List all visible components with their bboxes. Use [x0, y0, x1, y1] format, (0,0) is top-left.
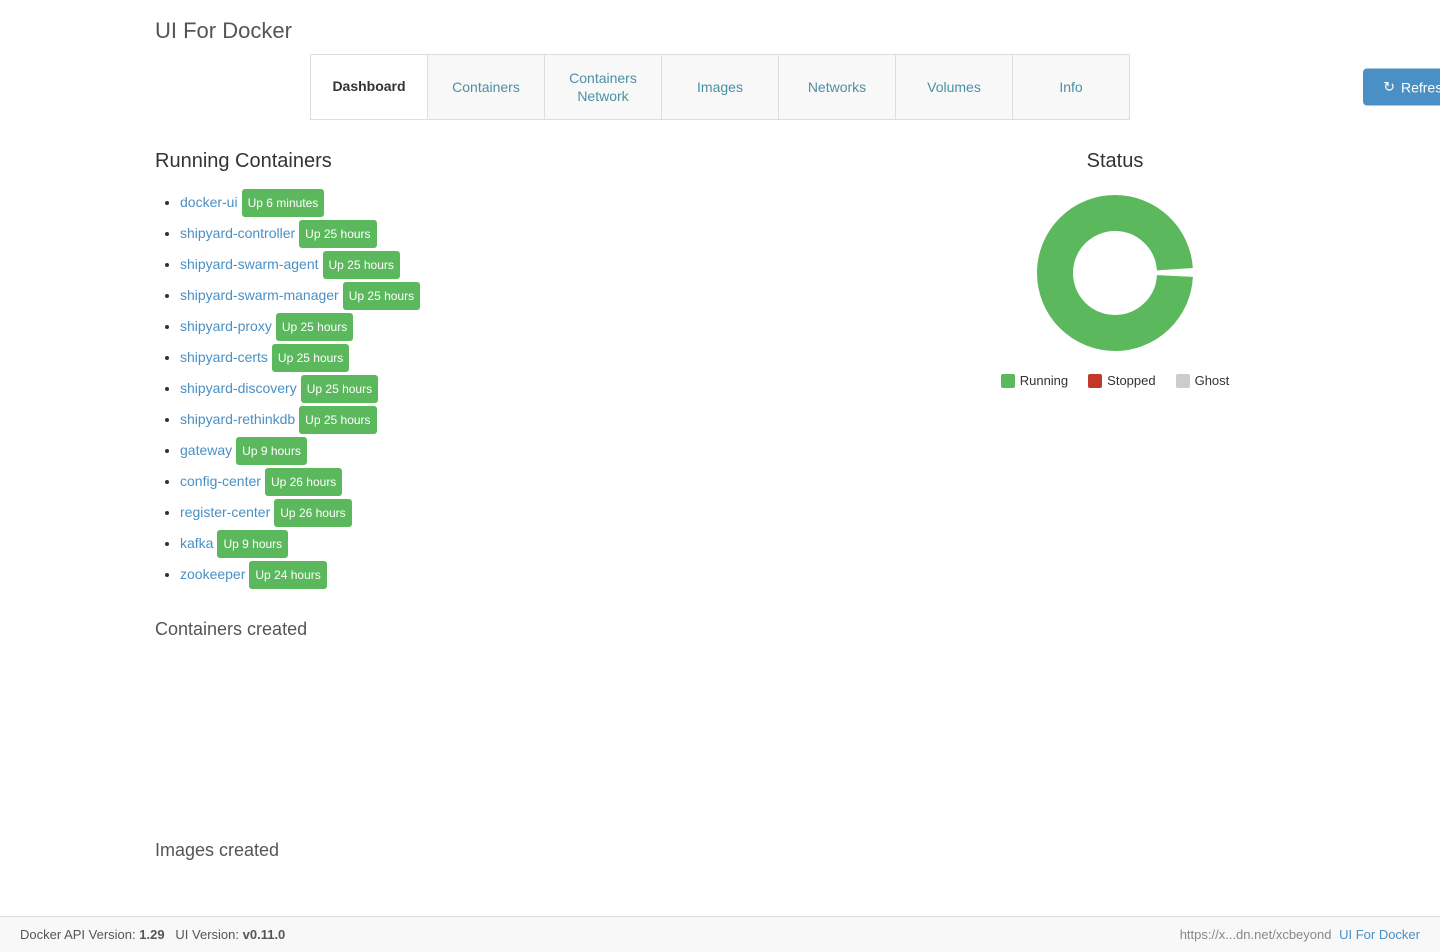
status-badge: Up 25 hours: [299, 406, 376, 434]
list-item: docker-uiUp 6 minutes: [180, 188, 905, 217]
containers-created-title: Containers created: [155, 619, 905, 640]
container-name-link[interactable]: shipyard-swarm-agent: [180, 256, 319, 272]
footer-right: https://x...dn.net/xcbeyond UI For Docke…: [1180, 927, 1420, 942]
legend-ghost-label: Ghost: [1195, 373, 1230, 388]
list-item: shipyard-proxyUp 25 hours: [180, 312, 905, 341]
list-item: kafkaUp 9 hours: [180, 529, 905, 558]
status-badge: Up 6 minutes: [242, 189, 325, 217]
nav-item-images[interactable]: Images: [662, 55, 779, 119]
donut-chart-container: [945, 193, 1285, 353]
legend-running: Running: [1001, 373, 1068, 388]
nav-bar: Dashboard Containers Containers Network …: [310, 54, 1130, 120]
container-name-link[interactable]: shipyard-controller: [180, 225, 295, 241]
status-badge: Up 25 hours: [299, 220, 376, 248]
legend-stopped-dot: [1088, 374, 1102, 388]
list-item: shipyard-swarm-agentUp 25 hours: [180, 250, 905, 279]
app-title: UI For Docker: [0, 0, 1440, 54]
container-name-link[interactable]: config-center: [180, 473, 261, 489]
container-name-link[interactable]: docker-ui: [180, 194, 238, 210]
status-badge: Up 9 hours: [217, 530, 288, 558]
ui-version-value: v0.11.0: [243, 927, 286, 942]
footer-version: Docker API Version: 1.29 UI Version: v0.…: [20, 927, 285, 942]
container-name-link[interactable]: gateway: [180, 442, 232, 458]
status-badge: Up 26 hours: [274, 499, 351, 527]
status-badge: Up 24 hours: [249, 561, 326, 589]
container-name-link[interactable]: kafka: [180, 535, 213, 551]
container-name-link[interactable]: shipyard-proxy: [180, 318, 272, 334]
list-item: shipyard-swarm-managerUp 25 hours: [180, 281, 905, 310]
nav-item-networks[interactable]: Networks: [779, 55, 896, 119]
footer-url: https://x...dn.net/xcbeyond: [1180, 927, 1332, 942]
legend-ghost: Ghost: [1176, 373, 1230, 388]
container-name-link[interactable]: shipyard-swarm-manager: [180, 287, 339, 303]
list-item: register-centerUp 26 hours: [180, 498, 905, 527]
images-created-title: Images created: [155, 840, 905, 861]
container-name-link[interactable]: shipyard-certs: [180, 349, 268, 365]
footer-brand: UI For Docker: [1339, 927, 1420, 942]
ui-version-label: UI Version:: [175, 927, 239, 942]
api-version-value: 1.29: [139, 927, 164, 942]
nav-item-volumes[interactable]: Volumes: [896, 55, 1013, 119]
status-badge: Up 25 hours: [343, 282, 420, 310]
status-badge: Up 25 hours: [272, 344, 349, 372]
container-name-link[interactable]: shipyard-discovery: [180, 380, 297, 396]
list-item: shipyard-certsUp 25 hours: [180, 343, 905, 372]
status-badge: Up 25 hours: [323, 251, 400, 279]
legend-ghost-dot: [1176, 374, 1190, 388]
legend-running-label: Running: [1020, 373, 1068, 388]
legend-running-dot: [1001, 374, 1015, 388]
refresh-icon: ↻: [1383, 79, 1395, 96]
footer: Docker API Version: 1.29 UI Version: v0.…: [0, 916, 1440, 952]
legend-stopped-label: Stopped: [1107, 373, 1155, 388]
status-badge: Up 25 hours: [301, 375, 378, 403]
left-panel: Running Containers docker-uiUp 6 minutes…: [155, 150, 905, 871]
list-item: zookeeperUp 24 hours: [180, 560, 905, 589]
status-badge: Up 9 hours: [236, 437, 307, 465]
right-panel: Status Running Stopped Ghost: [945, 150, 1285, 871]
legend-stopped: Stopped: [1088, 373, 1155, 388]
status-badge: Up 26 hours: [265, 468, 342, 496]
refresh-button[interactable]: ↻ Refresh: [1363, 69, 1440, 106]
nav-item-dashboard[interactable]: Dashboard: [311, 55, 428, 119]
container-name-link[interactable]: zookeeper: [180, 566, 245, 582]
container-name-link[interactable]: shipyard-rethinkdb: [180, 411, 295, 427]
status-title: Status: [945, 150, 1285, 173]
api-version-label: Docker API Version:: [20, 927, 136, 942]
list-item: shipyard-discoveryUp 25 hours: [180, 374, 905, 403]
refresh-label: Refresh: [1401, 79, 1440, 95]
nav-item-info[interactable]: Info: [1013, 55, 1129, 119]
status-legend: Running Stopped Ghost: [945, 373, 1285, 388]
donut-chart: [1035, 193, 1195, 353]
list-item: shipyard-rethinkdbUp 25 hours: [180, 405, 905, 434]
status-badge: Up 25 hours: [276, 313, 353, 341]
running-containers-title: Running Containers: [155, 150, 905, 173]
list-item: gatewayUp 9 hours: [180, 436, 905, 465]
nav-item-containers-network[interactable]: Containers Network: [545, 55, 662, 119]
nav-item-containers[interactable]: Containers: [428, 55, 545, 119]
list-item: shipyard-controllerUp 25 hours: [180, 219, 905, 248]
container-name-link[interactable]: register-center: [180, 504, 270, 520]
container-list: docker-uiUp 6 minutesshipyard-controller…: [155, 188, 905, 589]
list-item: config-centerUp 26 hours: [180, 467, 905, 496]
